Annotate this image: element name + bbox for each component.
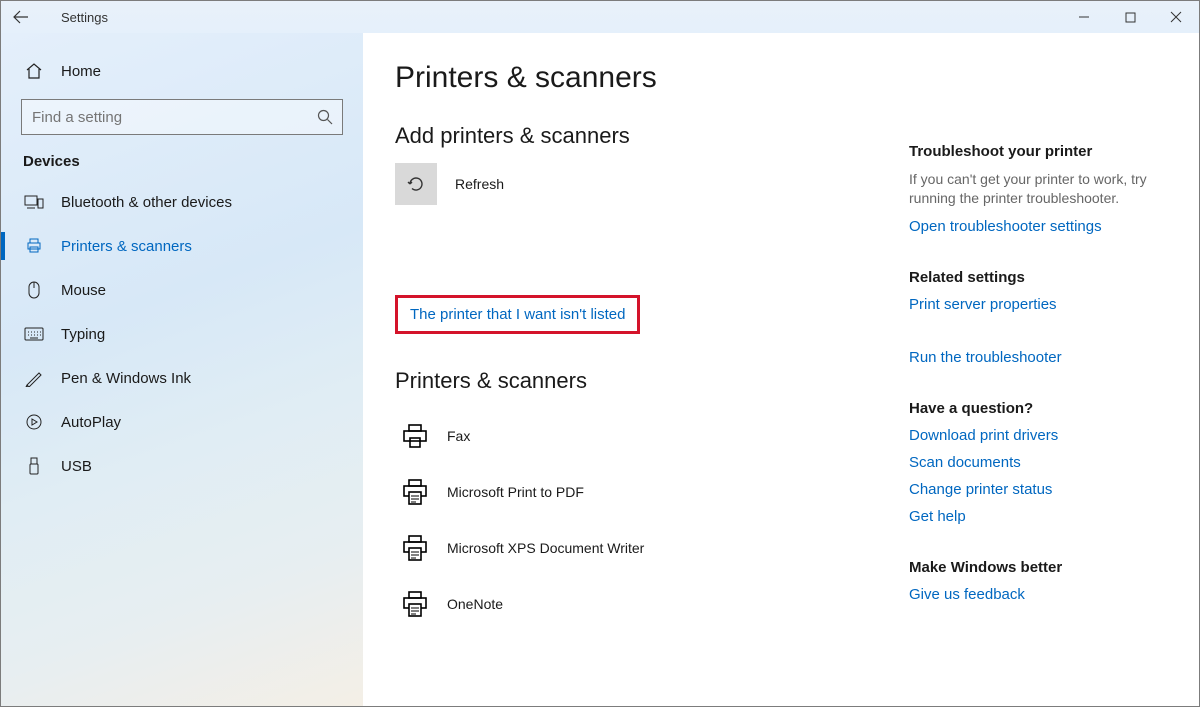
pen-icon — [23, 369, 45, 387]
download-drivers-link[interactable]: Download print drivers — [909, 427, 1058, 444]
printer-icon — [23, 237, 45, 255]
refresh-button[interactable] — [395, 163, 437, 205]
run-troubleshooter-link[interactable]: Run the troubleshooter — [909, 349, 1062, 366]
sidebar-item-label: Mouse — [61, 282, 106, 299]
printer-doc-icon — [395, 590, 435, 618]
category-label: Devices — [1, 153, 363, 170]
maximize-button[interactable] — [1107, 1, 1153, 33]
sidebar-item-typing[interactable]: Typing — [1, 312, 363, 356]
printer-item-fax[interactable]: Fax — [395, 408, 909, 464]
sidebar-item-mouse[interactable]: Mouse — [1, 268, 363, 312]
right-panel: Troubleshoot your printer If you can't g… — [909, 61, 1169, 706]
page-title: Printers & scanners — [395, 61, 909, 95]
sidebar-item-label: Printers & scanners — [61, 238, 192, 255]
search-input[interactable] — [21, 99, 343, 135]
devices-icon — [23, 194, 45, 210]
close-button[interactable] — [1153, 1, 1199, 33]
get-help-link[interactable]: Get help — [909, 508, 966, 525]
titlebar: Settings — [1, 1, 1199, 33]
open-troubleshooter-link[interactable]: Open troubleshooter settings — [909, 218, 1102, 235]
printer-label: OneNote — [447, 596, 503, 612]
sidebar-item-label: Typing — [61, 326, 105, 343]
selected-indicator — [1, 232, 5, 260]
search-icon — [317, 109, 333, 125]
main-panel: Printers & scanners Add printers & scann… — [395, 61, 909, 706]
minimize-icon — [1078, 11, 1090, 23]
printers-section-title: Printers & scanners — [395, 368, 909, 394]
troubleshoot-text: If you can't get your printer to work, t… — [909, 170, 1169, 208]
sidebar-item-usb[interactable]: USB — [1, 444, 363, 488]
home-icon — [23, 62, 45, 80]
maximize-icon — [1125, 12, 1136, 23]
sidebar-item-pen[interactable]: Pen & Windows Ink — [1, 356, 363, 400]
annotation-highlight: The printer that I want isn't listed — [395, 295, 640, 334]
printer-not-listed-link[interactable]: The printer that I want isn't listed — [410, 306, 625, 323]
printer-label: Microsoft XPS Document Writer — [447, 540, 644, 556]
minimize-button[interactable] — [1061, 1, 1107, 33]
printer-label: Microsoft Print to PDF — [447, 484, 584, 500]
sidebar: Home Devices Bluetooth & other devices P… — [1, 33, 363, 706]
better-title: Make Windows better — [909, 559, 1169, 576]
sidebar-item-autoplay[interactable]: AutoPlay — [1, 400, 363, 444]
home-button[interactable]: Home — [1, 49, 363, 93]
back-button[interactable] — [1, 1, 41, 33]
sidebar-item-bluetooth[interactable]: Bluetooth & other devices — [1, 180, 363, 224]
related-title: Related settings — [909, 269, 1169, 286]
print-server-properties-link[interactable]: Print server properties — [909, 296, 1057, 313]
printer-doc-icon — [395, 478, 435, 506]
add-section-title: Add printers & scanners — [395, 123, 909, 149]
sidebar-item-printers[interactable]: Printers & scanners — [1, 224, 363, 268]
printer-label: Fax — [447, 428, 470, 444]
sidebar-item-label: Pen & Windows Ink — [61, 370, 191, 387]
close-icon — [1170, 11, 1182, 23]
scan-documents-link[interactable]: Scan documents — [909, 454, 1021, 471]
printer-doc-icon — [395, 534, 435, 562]
troubleshoot-title: Troubleshoot your printer — [909, 143, 1169, 160]
refresh-icon — [406, 174, 426, 194]
printer-item-xps[interactable]: Microsoft XPS Document Writer — [395, 520, 909, 576]
question-title: Have a question? — [909, 400, 1169, 417]
autoplay-icon — [23, 413, 45, 431]
home-label: Home — [61, 63, 101, 80]
printer-item-onenote[interactable]: OneNote — [395, 576, 909, 632]
change-printer-status-link[interactable]: Change printer status — [909, 481, 1052, 498]
usb-icon — [23, 457, 45, 475]
sidebar-item-label: USB — [61, 458, 92, 475]
arrow-left-icon — [13, 9, 29, 25]
window-title: Settings — [61, 10, 108, 25]
sidebar-item-label: AutoPlay — [61, 414, 121, 431]
feedback-link[interactable]: Give us feedback — [909, 586, 1025, 603]
fax-icon — [395, 422, 435, 450]
sidebar-item-label: Bluetooth & other devices — [61, 194, 232, 211]
printer-item-pdf[interactable]: Microsoft Print to PDF — [395, 464, 909, 520]
keyboard-icon — [23, 327, 45, 341]
mouse-icon — [23, 281, 45, 299]
refresh-label: Refresh — [455, 176, 504, 192]
